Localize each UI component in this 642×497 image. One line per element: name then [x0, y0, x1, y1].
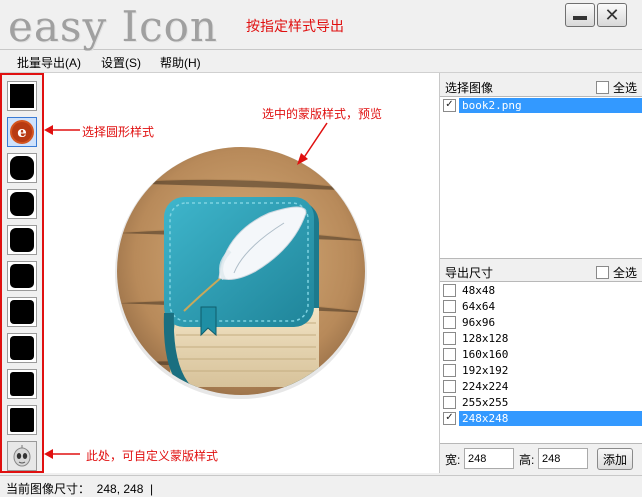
width-label: 宽: [445, 453, 461, 467]
size-label: 255x255 [462, 395, 509, 409]
shape-rounded-8-button[interactable] [7, 405, 37, 435]
shape-rounded-4-button[interactable] [7, 261, 37, 291]
image-list-header: 选择图像 全选 [440, 75, 642, 97]
shape-rounded-7-button[interactable] [7, 369, 37, 399]
shape-rounded-2-button[interactable] [7, 189, 37, 219]
shape-rounded-1-button[interactable] [7, 153, 37, 183]
size-label: 160x160 [462, 347, 509, 361]
custom-mask-button[interactable] [7, 441, 37, 471]
right-panel: 选择图像 全选 ✓ book2.png 导出尺寸 全选 48x48 64x64 … [439, 73, 642, 473]
item-checkbox[interactable] [443, 299, 456, 313]
item-checkbox[interactable]: ✓ [443, 411, 456, 425]
arrow-icon [44, 125, 80, 135]
size-label: 64x64 [462, 299, 496, 313]
export-size-title: 导出尺寸 [445, 266, 494, 280]
image-list: ✓ book2.png [440, 96, 642, 259]
rounded-shape-icon [10, 372, 34, 396]
status-bar: 当前图像尺寸： 248, 248 | [0, 475, 642, 497]
rounded-shape-icon [10, 336, 34, 360]
export-size-list: 48x48 64x64 96x96 128x128 160x160 192x19… [440, 281, 642, 444]
list-item[interactable]: 255x255 [440, 394, 642, 410]
list-item[interactable]: 128x128 [440, 330, 642, 346]
menu-batch-export[interactable]: 批量导出(A) [17, 54, 81, 71]
rounded-shape-icon [10, 192, 34, 216]
svg-text:e: e [17, 123, 27, 141]
image-filename: book2.png [459, 97, 642, 113]
alien-mask-icon [13, 445, 31, 467]
circle-shape-icon: e [10, 120, 34, 144]
shape-style-panel: e [0, 73, 44, 473]
rounded-shape-icon [10, 228, 34, 252]
export-size-header: 导出尺寸 全选 [440, 260, 642, 282]
list-item[interactable]: 160x160 [440, 346, 642, 362]
height-label: 高: [519, 453, 535, 467]
rounded-shape-icon [10, 300, 34, 324]
size-label: 96x96 [462, 315, 496, 329]
list-item[interactable]: 96x96 [440, 314, 642, 330]
item-checkbox[interactable] [443, 395, 456, 409]
list-item[interactable]: 192x192 [440, 362, 642, 378]
shape-rounded-6-button[interactable] [7, 333, 37, 363]
add-size-button[interactable]: 添加 [597, 448, 633, 470]
size-label: 192x192 [462, 363, 509, 377]
size-label: 224x224 [462, 379, 509, 393]
custom-mask-annotation: 此处，可自定义蒙版样式 [86, 449, 219, 463]
select-all-label: 全选 [612, 266, 637, 280]
minimize-icon [573, 16, 587, 20]
select-all-label: 全选 [612, 81, 637, 95]
status-text: 当前图像尺寸： 248, 248 | [6, 482, 154, 496]
width-input[interactable] [464, 448, 514, 469]
size-label: 248x248 [459, 410, 642, 426]
select-all-checkbox[interactable] [595, 266, 609, 279]
title-bar: easy Icon 按指定样式导出 ✕ [0, 0, 642, 51]
list-item[interactable]: 48x48 [440, 282, 642, 298]
minimize-button[interactable] [565, 3, 595, 27]
item-checkbox[interactable] [443, 283, 456, 297]
item-checkbox[interactable] [443, 363, 456, 377]
height-input[interactable] [538, 448, 588, 469]
list-item[interactable]: 224x224 [440, 378, 642, 394]
rounded-shape-icon [10, 156, 34, 180]
rounded-shape-icon [10, 264, 34, 288]
rounded-shape-icon [10, 408, 34, 432]
shape-circle-button[interactable]: e [7, 117, 37, 147]
close-icon: ✕ [604, 4, 620, 25]
item-checkbox[interactable] [443, 379, 456, 393]
close-button[interactable]: ✕ [597, 3, 627, 27]
item-checkbox[interactable] [443, 347, 456, 361]
size-select-all[interactable]: 全选 [595, 264, 637, 281]
item-checkbox[interactable]: ✓ [443, 98, 456, 112]
list-item[interactable]: 64x64 [440, 298, 642, 314]
image-list-title: 选择图像 [445, 81, 494, 95]
list-item[interactable]: ✓ 248x248 [440, 410, 642, 426]
item-checkbox[interactable] [443, 331, 456, 345]
app-title: easy Icon [8, 2, 218, 51]
image-select-all[interactable]: 全选 [595, 79, 637, 96]
menu-settings[interactable]: 设置(S) [101, 54, 141, 71]
square-shape-icon [10, 84, 34, 108]
list-item[interactable]: ✓ book2.png [440, 97, 642, 113]
shape-square-button[interactable] [7, 81, 37, 111]
item-checkbox[interactable] [443, 315, 456, 329]
menu-help[interactable]: 帮助(H) [160, 54, 201, 71]
size-label: 48x48 [462, 283, 496, 297]
shape-rounded-5-button[interactable] [7, 297, 37, 327]
arrow-icon [44, 449, 80, 459]
select-shape-annotation: 选择圆形样式 [82, 125, 155, 139]
title-annotation: 按指定样式导出 [246, 18, 344, 34]
menu-bar: 批量导出(A) 设置(S) 帮助(H) [0, 51, 642, 73]
size-label: 128x128 [462, 331, 509, 345]
shape-rounded-3-button[interactable] [7, 225, 37, 255]
select-all-checkbox[interactable] [595, 81, 609, 94]
custom-size-row: 宽: 高: 添加 [440, 446, 642, 472]
arrow-icon [297, 122, 328, 165]
